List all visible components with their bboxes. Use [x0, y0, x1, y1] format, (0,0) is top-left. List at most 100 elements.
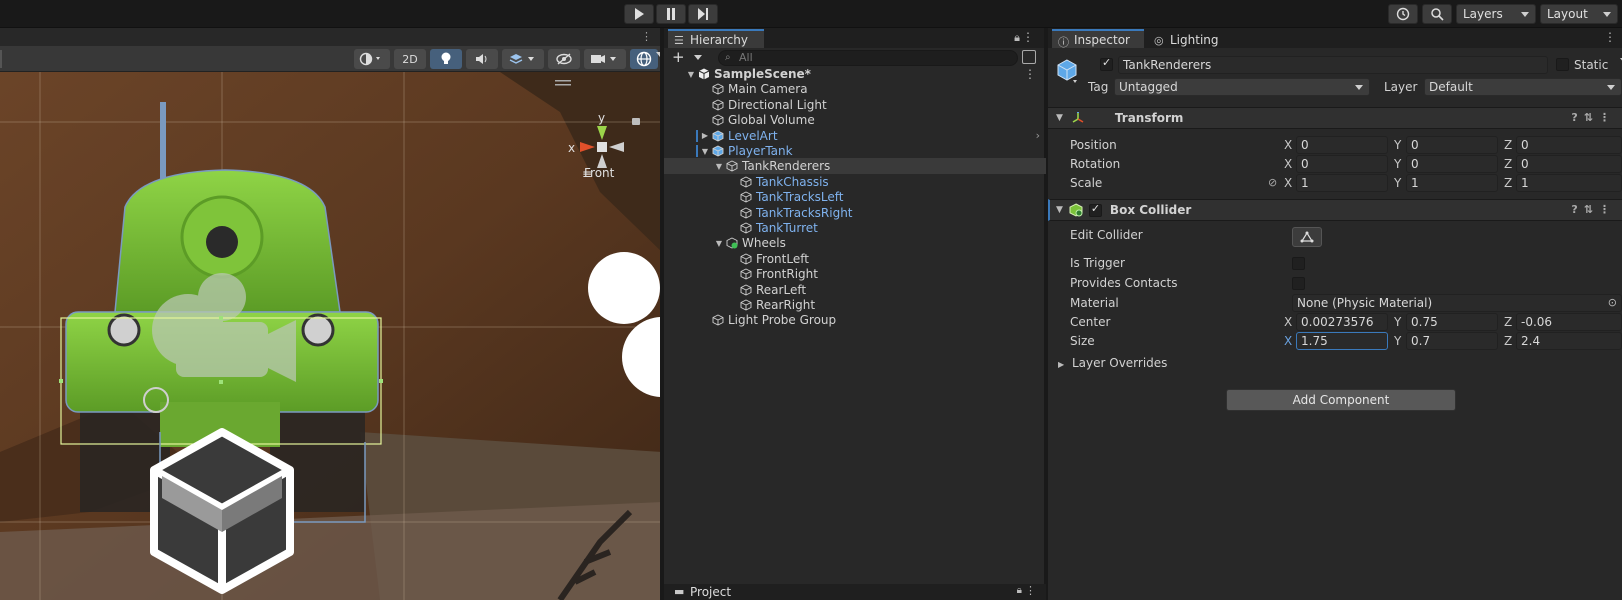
layers-dropdown[interactable]: Layers	[1456, 4, 1536, 24]
hierarchy-item[interactable]: Main Camera	[664, 81, 1046, 97]
lock-icon[interactable]: 🔒︎	[1017, 585, 1022, 596]
effects-dropdown-button[interactable]	[502, 49, 544, 69]
foldout-arrow-icon[interactable]: ▼	[1056, 205, 1063, 215]
object-picker-icon[interactable]: ⊙	[1608, 295, 1617, 311]
scene-canvas[interactable]: y x ≡	[0, 72, 662, 600]
axis-x-label: X	[1284, 176, 1293, 190]
vector-x-input[interactable]: 0.00273576	[1296, 313, 1388, 331]
vector-y-input[interactable]: 0	[1406, 136, 1498, 154]
hierarchy-item[interactable]: ▼ PlayerTank	[664, 143, 1046, 159]
scene-search-icon[interactable]	[1022, 50, 1036, 64]
foldout-arrow-icon[interactable]: ▼	[1056, 113, 1063, 123]
vector-x-input[interactable]: 1	[1296, 174, 1388, 192]
material-field[interactable]: None (Physic Material) ⊙	[1292, 294, 1622, 312]
history-button[interactable]	[1388, 4, 1418, 24]
foldout-open-icon[interactable]: ▼	[700, 147, 710, 156]
chevron-down-icon[interactable]	[694, 55, 702, 60]
gizmos-button[interactable]	[630, 49, 658, 69]
vector-y-input[interactable]: 0.75	[1406, 313, 1498, 331]
camera-settings-button[interactable]	[584, 49, 626, 69]
tab-hierarchy[interactable]: ☰ Hierarchy	[668, 29, 764, 48]
audio-toggle-button[interactable]	[466, 49, 498, 69]
tab-lighting[interactable]: ◎ Lighting	[1148, 29, 1232, 48]
constrain-proportions-icon[interactable]: ⊘	[1268, 176, 1277, 189]
foldout-open-icon[interactable]: ▼	[686, 70, 696, 79]
transform-header[interactable]: ▼ Transform ?⇅⋮	[1048, 107, 1622, 129]
more-options-icon[interactable]: ⋮	[641, 30, 652, 43]
search-button[interactable]	[1422, 4, 1452, 24]
lock-icon[interactable]	[632, 118, 640, 125]
tab-inspector[interactable]: ⓘ Inspector	[1052, 29, 1144, 49]
lock-icon[interactable]: 🔒︎	[1014, 31, 1020, 45]
hierarchy-item[interactable]: ▼ SampleScene* ⋮	[664, 66, 1046, 82]
is-trigger-checkbox[interactable]	[1292, 257, 1305, 270]
more-options-icon[interactable]: ⋮	[1025, 584, 1036, 597]
more-options-icon[interactable]: ⋮	[1604, 30, 1616, 44]
hierarchy-item[interactable]: RearLeft	[664, 282, 1046, 298]
component-header-icons[interactable]: ?⇅⋮	[1571, 203, 1616, 216]
hierarchy-item[interactable]: ▼ TankRenderers	[664, 158, 1046, 175]
vector-z-input[interactable]: -0.06	[1516, 313, 1622, 331]
view-orientation-label[interactable]: Front	[584, 166, 614, 180]
hierarchy-search-input[interactable]: ⌕ All	[718, 50, 1018, 66]
drag-handle[interactable]	[555, 80, 571, 82]
vector-z-input[interactable]: 2.4	[1516, 332, 1622, 350]
vector-x-input[interactable]: 0	[1296, 136, 1388, 154]
more-options-icon[interactable]: ⋮	[1024, 67, 1036, 81]
foldout-open-icon[interactable]: ▼	[714, 162, 724, 171]
hierarchy-item[interactable]: ▶ LevelArt ›	[664, 128, 1046, 144]
hierarchy-item[interactable]: TankTracksLeft	[664, 189, 1046, 205]
play-button[interactable]	[624, 4, 654, 24]
hierarchy-item[interactable]: RearRight	[664, 297, 1046, 313]
scene-view[interactable]: ⋮ 2D y x ≡ Front	[0, 28, 662, 600]
hierarchy-item[interactable]: FrontLeft	[664, 251, 1046, 267]
static-checkbox[interactable]	[1556, 58, 1569, 71]
object-name-field[interactable]: TankRenderers	[1118, 56, 1548, 74]
hierarchy-item[interactable]: Directional Light	[664, 97, 1046, 113]
hidden-objects-toggle[interactable]	[548, 49, 580, 69]
hierarchy-item[interactable]: Light Probe Group	[664, 312, 1046, 328]
vector-y-input[interactable]: 1	[1406, 174, 1498, 192]
more-options-icon[interactable]: ⋮	[1022, 30, 1034, 44]
layer-dropdown[interactable]: Default	[1424, 78, 1622, 96]
add-component-button[interactable]: Add Component	[1226, 389, 1456, 411]
active-checkbox[interactable]	[1100, 56, 1113, 71]
box-collider-header[interactable]: ▼ Box Collider ?⇅⋮	[1048, 199, 1622, 221]
hierarchy-item-label: LevelArt	[728, 128, 778, 143]
box-collider-enabled-checkbox[interactable]	[1088, 202, 1102, 217]
foldout-arrow-icon[interactable]: ▶	[1058, 360, 1064, 369]
mode-2d-button[interactable]: 2D	[394, 49, 426, 69]
vector-z-input[interactable]: 0	[1516, 136, 1622, 154]
vector-x-input[interactable]: 0	[1296, 155, 1388, 173]
foldout-closed-icon[interactable]: ▶	[700, 131, 710, 140]
edit-collider-button[interactable]	[1292, 227, 1322, 247]
step-button[interactable]	[688, 4, 718, 24]
vector-y-input[interactable]: 0.7	[1406, 332, 1498, 350]
hierarchy-item[interactable]: TankChassis	[664, 174, 1046, 190]
layout-dropdown[interactable]: Layout	[1540, 4, 1618, 24]
layer-overrides-foldout[interactable]: ▶ Layer Overrides	[1058, 356, 1622, 370]
foldout-open-icon[interactable]: ▼	[714, 239, 724, 248]
vector-z-input[interactable]: 0	[1516, 155, 1622, 173]
shading-mode-button[interactable]	[354, 49, 390, 69]
component-header-icons[interactable]: ?⇅⋮	[1571, 111, 1616, 124]
tab-project[interactable]: ▬ Project	[668, 584, 748, 600]
chevron-right-icon[interactable]: ›	[1036, 129, 1040, 142]
hierarchy-item[interactable]: TankTracksRight	[664, 205, 1046, 221]
pause-button[interactable]	[656, 4, 686, 24]
hierarchy-item[interactable]: ▼ Wheels	[664, 235, 1046, 251]
provides-contacts-checkbox[interactable]	[1292, 277, 1305, 290]
lighting-toggle-button[interactable]	[430, 49, 462, 69]
vector-z-input[interactable]: 1	[1516, 174, 1622, 192]
hierarchy-item[interactable]: TankTurret	[664, 220, 1046, 236]
vector-y-input[interactable]: 0	[1406, 155, 1498, 173]
hierarchy-item[interactable]: FrontRight	[664, 266, 1046, 282]
tag-dropdown[interactable]: Untagged	[1114, 78, 1370, 96]
hierarchy-item-label: TankRenderers	[742, 159, 831, 174]
axis-y-label: y	[598, 111, 605, 125]
drag-handle[interactable]	[555, 84, 571, 86]
vector-x-input[interactable]: 1.75	[1296, 332, 1388, 350]
hierarchy-item-label: TankTracksRight	[756, 205, 853, 220]
hierarchy-item[interactable]: Global Volume	[664, 112, 1046, 128]
plus-icon[interactable]: +	[672, 48, 685, 66]
